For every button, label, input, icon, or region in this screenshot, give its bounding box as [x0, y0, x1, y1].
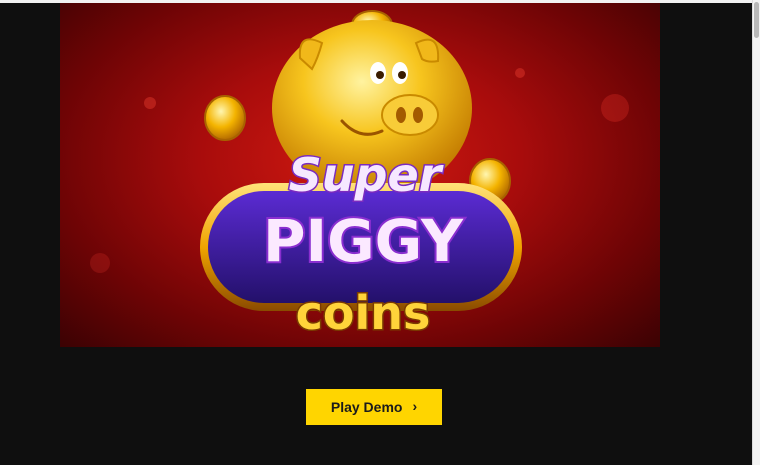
- logo-word-super: Super: [289, 148, 445, 202]
- logo-text-layer: Super PIGGY coins: [261, 147, 466, 342]
- logo-word-piggy: PIGGY: [263, 207, 464, 275]
- play-demo-button[interactable]: Play Demo ›: [306, 389, 442, 425]
- scrollbar[interactable]: [752, 0, 760, 465]
- scrollbar-thumb[interactable]: [754, 2, 759, 38]
- play-demo-label: Play Demo: [330, 399, 403, 415]
- logo-word-coins: coins: [296, 286, 431, 340]
- chevron-right-icon: ›: [412, 398, 418, 414]
- game-banner: Super PIGGY coins: [60, 3, 660, 347]
